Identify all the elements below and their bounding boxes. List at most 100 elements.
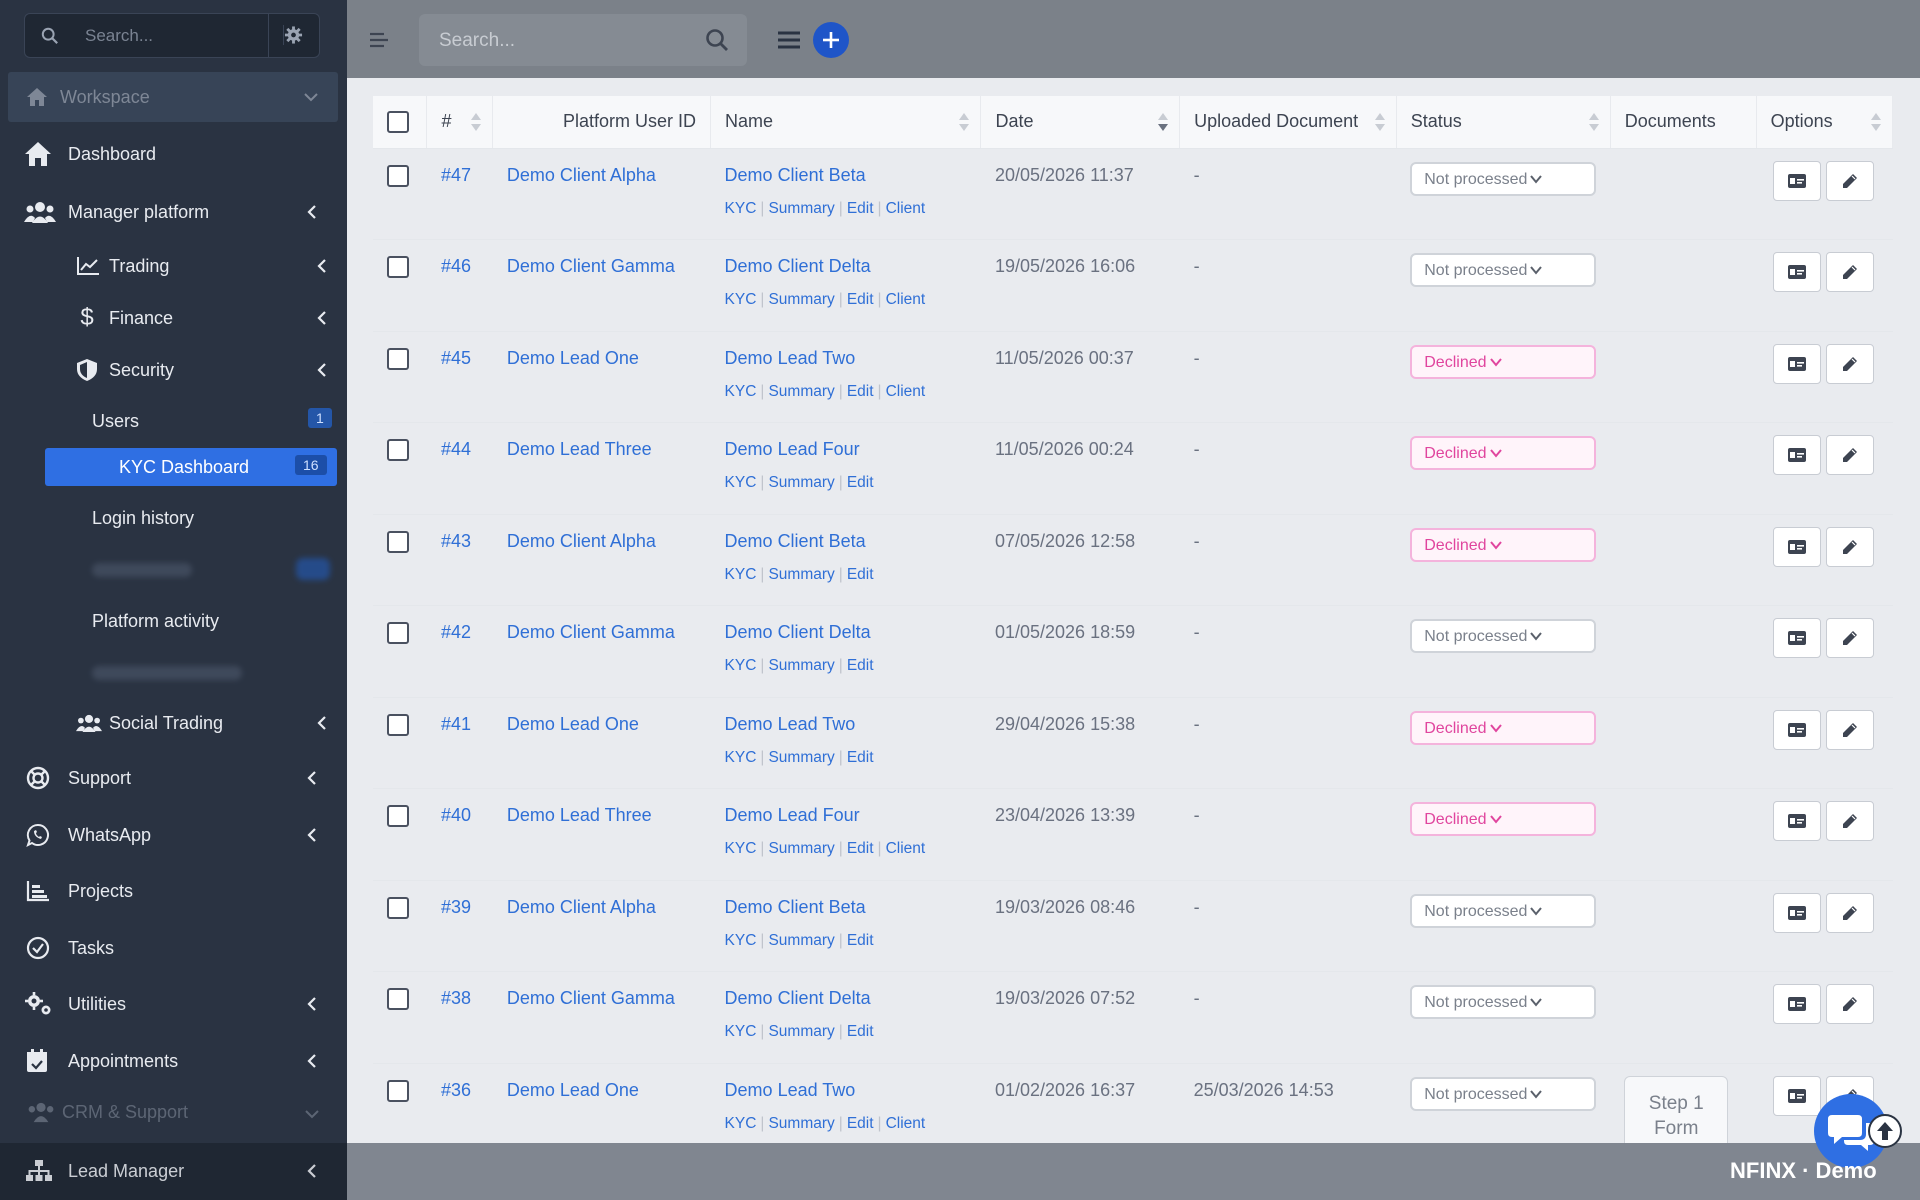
platform-user-link[interactable]: Demo Lead One: [507, 348, 697, 369]
edit-link[interactable]: Edit: [847, 291, 874, 308]
edit-button[interactable]: [1826, 343, 1875, 384]
edit-button[interactable]: [1826, 709, 1875, 750]
status-dropdown[interactable]: Declined: [1410, 436, 1597, 470]
status-dropdown[interactable]: Declined: [1410, 710, 1597, 745]
kyc-link[interactable]: KYC: [725, 1023, 757, 1040]
edit-link[interactable]: Edit: [847, 1115, 874, 1132]
sort-icon[interactable]: [1870, 112, 1882, 132]
sidebar-item-security[interactable]: Security: [0, 346, 347, 394]
edit-button[interactable]: [1826, 801, 1875, 841]
kyc-link[interactable]: KYC: [725, 657, 757, 674]
sort-desc-icon[interactable]: [1157, 112, 1169, 132]
row-id-link[interactable]: #43: [441, 531, 479, 552]
row-checkbox[interactable]: [387, 713, 409, 736]
column-header-name[interactable]: Name: [710, 96, 982, 149]
name-link[interactable]: Demo Client Beta: [725, 531, 967, 552]
row-id-link[interactable]: #45: [441, 348, 479, 369]
edit-button[interactable]: [1826, 892, 1875, 933]
edit-link[interactable]: Edit: [847, 749, 874, 766]
row-checkbox[interactable]: [387, 256, 409, 278]
summary-link[interactable]: Summary: [768, 749, 834, 766]
summary-link[interactable]: Summary: [768, 383, 834, 400]
sidebar-item-utilities[interactable]: Utilities: [0, 980, 347, 1028]
sidebar-item-kyc-dashboard[interactable]: KYC Dashboard 16: [45, 448, 337, 486]
client-link[interactable]: Client: [886, 291, 926, 308]
edit-link[interactable]: Edit: [847, 1023, 874, 1040]
sidebar-item-lead-manager[interactable]: Lead Manager: [0, 1147, 347, 1195]
platform-user-link[interactable]: Demo Client Alpha: [507, 531, 697, 552]
edit-link[interactable]: Edit: [847, 932, 874, 949]
name-link[interactable]: Demo Client Delta: [725, 622, 967, 643]
client-link[interactable]: Client: [886, 383, 926, 400]
edit-button[interactable]: [1826, 160, 1875, 201]
kyc-link[interactable]: KYC: [725, 840, 757, 857]
workspace-selector[interactable]: Workspace: [8, 72, 338, 122]
row-id-link[interactable]: #36: [441, 1080, 479, 1101]
view-id-card-button[interactable]: [1773, 984, 1822, 1024]
menu-toggle-icon[interactable]: [369, 30, 389, 50]
sidebar-item-platform-activity[interactable]: Platform activity: [0, 596, 347, 644]
column-header-uploaded-document[interactable]: Uploaded Document: [1179, 96, 1397, 149]
row-id-link[interactable]: #46: [441, 256, 479, 277]
sidebar-item-whatsapp[interactable]: WhatsApp: [0, 811, 347, 859]
status-dropdown[interactable]: Not processed: [1410, 253, 1597, 287]
global-search-input[interactable]: Search...: [439, 30, 515, 52]
row-id-link[interactable]: #42: [441, 622, 479, 643]
status-dropdown[interactable]: Declined: [1410, 344, 1597, 379]
summary-link[interactable]: Summary: [768, 474, 834, 491]
sidebar-section-crm-support[interactable]: CRM & Support: [0, 1088, 347, 1136]
sidebar-item-appointments[interactable]: Appointments: [0, 1037, 347, 1085]
name-link[interactable]: Demo Client Beta: [725, 165, 967, 186]
search-icon[interactable]: [705, 28, 729, 52]
view-id-card-button[interactable]: [1773, 526, 1822, 567]
client-link[interactable]: Client: [886, 200, 926, 217]
view-id-card-button[interactable]: [1773, 801, 1822, 841]
row-checkbox[interactable]: [387, 164, 409, 187]
sidebar-search[interactable]: Search...: [24, 13, 320, 58]
row-checkbox[interactable]: [387, 1079, 409, 1102]
row-checkbox[interactable]: [387, 439, 409, 461]
global-search[interactable]: Search...: [419, 14, 747, 66]
column-header-status[interactable]: Status: [1396, 96, 1611, 149]
sidebar-search-input[interactable]: Search...: [85, 26, 153, 46]
sidebar-item-users[interactable]: Users 1: [0, 396, 347, 444]
kyc-link[interactable]: KYC: [725, 200, 757, 217]
status-dropdown[interactable]: Declined: [1410, 527, 1597, 562]
name-link[interactable]: Demo Client Beta: [725, 897, 967, 918]
edit-button[interactable]: [1826, 252, 1875, 292]
status-dropdown[interactable]: Not processed: [1410, 985, 1597, 1019]
name-link[interactable]: Demo Lead Two: [725, 714, 967, 735]
platform-user-link[interactable]: Demo Client Alpha: [507, 165, 697, 186]
summary-link[interactable]: Summary: [768, 566, 834, 583]
row-id-link[interactable]: #41: [441, 714, 479, 735]
kyc-link[interactable]: KYC: [725, 566, 757, 583]
platform-user-link[interactable]: Demo Client Gamma: [507, 256, 697, 277]
row-checkbox[interactable]: [387, 805, 409, 827]
row-checkbox[interactable]: [387, 896, 409, 919]
kyc-link[interactable]: KYC: [725, 932, 757, 949]
view-id-card-button[interactable]: [1773, 160, 1822, 201]
summary-link[interactable]: Summary: [768, 932, 834, 949]
platform-user-link[interactable]: Demo Client Gamma: [507, 988, 697, 1009]
view-id-card-button[interactable]: [1773, 252, 1822, 292]
kyc-link[interactable]: KYC: [725, 291, 757, 308]
status-dropdown[interactable]: Not processed: [1410, 1076, 1597, 1111]
sidebar-item-finance[interactable]: $ Finance: [0, 294, 347, 342]
edit-button[interactable]: [1826, 526, 1875, 567]
summary-link[interactable]: Summary: [768, 291, 834, 308]
edit-link[interactable]: Edit: [847, 474, 874, 491]
platform-user-link[interactable]: Demo Lead One: [507, 714, 697, 735]
row-checkbox[interactable]: [387, 530, 409, 553]
view-id-card-button[interactable]: [1773, 1075, 1822, 1116]
row-checkbox[interactable]: [387, 622, 409, 644]
edit-button[interactable]: [1826, 984, 1875, 1024]
kyc-link[interactable]: KYC: [725, 383, 757, 400]
column-header-num[interactable]: #: [426, 96, 494, 149]
list-icon[interactable]: [777, 28, 801, 52]
client-link[interactable]: Client: [886, 1115, 926, 1132]
status-dropdown[interactable]: Not processed: [1410, 619, 1597, 653]
status-dropdown[interactable]: Not processed: [1410, 893, 1597, 928]
summary-link[interactable]: Summary: [768, 657, 834, 674]
kyc-link[interactable]: KYC: [725, 1115, 757, 1132]
sidebar-item-manager-platform[interactable]: Manager platform: [0, 188, 347, 236]
